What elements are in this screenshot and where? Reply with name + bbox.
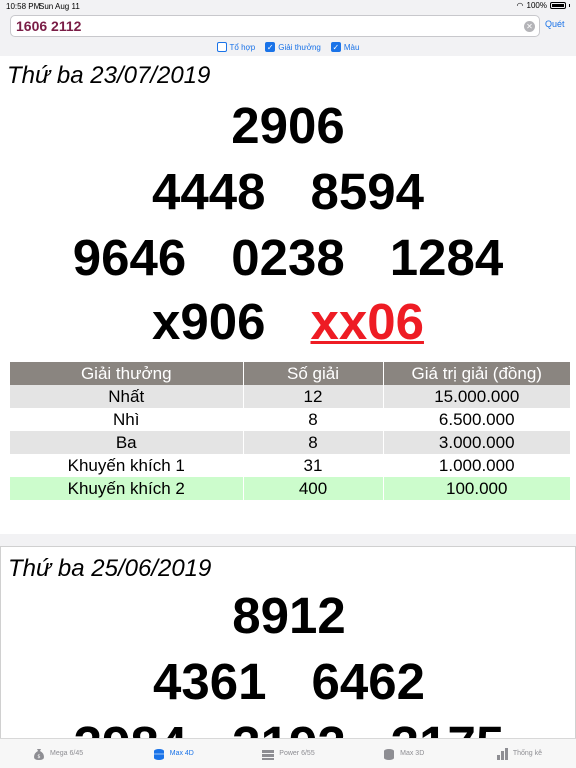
prize-table: Giải thưởng Số giải Giá trị giải (đồng) … <box>10 362 570 500</box>
table-cell: 12 <box>243 385 384 408</box>
search-query: 1606 2112 <box>16 18 82 34</box>
draw-number: 8594 <box>310 163 424 220</box>
tab-max-4d[interactable]: Max 4D <box>115 739 230 768</box>
draw-number: 3192 <box>232 715 345 738</box>
number-row: x906 xx06 <box>0 292 576 352</box>
number-row: 2906 <box>0 96 576 156</box>
search-input[interactable]: 1606 2112 ✕ <box>10 15 540 37</box>
draw-number: 8912 <box>232 587 346 644</box>
bar-chart-icon <box>496 747 508 760</box>
table-row: Nhì 8 6.500.000 <box>10 408 570 431</box>
draw-date: Thứ ba 23/07/2019 <box>7 62 211 89</box>
table-cell: 1.000.000 <box>383 454 570 477</box>
table-row: Nhất 12 15.000.000 <box>10 385 570 408</box>
status-time: 10:58 PM <box>6 2 41 11</box>
column-header: Giá trị giải (đồng) <box>383 362 570 385</box>
tab-power-655[interactable]: Power 6/55 <box>230 739 345 768</box>
table-cell: 31 <box>243 454 384 477</box>
table-cell: 8 <box>243 408 384 431</box>
draw-number: 9646 <box>72 229 187 286</box>
coins-stack-icon <box>153 748 164 760</box>
svg-text:$: $ <box>37 754 40 760</box>
draw-number: x906 <box>152 293 266 350</box>
tab-statistics[interactable]: Thống kê <box>461 739 576 768</box>
draw-number: 4448 <box>152 163 266 220</box>
table-row-matched: Khuyến khích 2 400 100.000 <box>10 477 570 500</box>
draw-number: 0238 <box>231 229 345 286</box>
column-header: Giải thưởng <box>10 362 244 385</box>
table-cell: Nhất <box>10 385 244 408</box>
status-right: ◠ 100% <box>517 1 570 10</box>
coins-icon <box>384 748 395 760</box>
number-row: 4448 8594 <box>0 162 576 222</box>
battery-percent: 100% <box>526 1 547 10</box>
filter-prize[interactable]: ✓ Giải thưởng <box>265 40 321 54</box>
checkbox-checked-icon[interactable]: ✓ <box>265 42 276 52</box>
table-cell: 15.000.000 <box>383 385 570 408</box>
money-bag-icon: $ <box>34 748 45 760</box>
table-cell: 3.000.000 <box>383 431 570 454</box>
table-cell: 8 <box>243 431 384 454</box>
tab-label: Mega 6/45 <box>50 750 84 757</box>
table-cell: Nhì <box>10 408 244 431</box>
draw-number: 2906 <box>231 97 345 154</box>
table-row: Khuyến khích 1 31 1.000.000 <box>10 454 570 477</box>
banknotes-icon <box>262 749 275 760</box>
draw-number: 3175 <box>391 715 504 738</box>
filter-bar: Tổ hợp ✓ Giải thưởng ✓ Màu <box>0 40 576 54</box>
draw-number: 3984 <box>74 715 187 738</box>
draw-number: 6462 <box>311 653 425 710</box>
filter-color[interactable]: ✓ Màu <box>330 40 360 54</box>
table-cell: Ba <box>10 431 244 454</box>
checkbox-icon[interactable] <box>216 42 227 52</box>
draw-number: 4361 <box>153 653 267 710</box>
table-cell: 100.000 <box>383 477 570 500</box>
screen: { "status": { "time": "10:58 PM", "date"… <box>0 0 576 768</box>
clear-icon[interactable]: ✕ <box>524 21 535 32</box>
number-row: 3984 3192 3175 <box>1 715 576 738</box>
table-cell: 6.500.000 <box>383 408 570 431</box>
draw-date: Thứ ba 25/06/2019 <box>8 555 212 582</box>
filter-label: Màu <box>343 42 360 52</box>
draw-number: 1284 <box>389 229 504 286</box>
number-row: 9646 0238 1284 <box>0 228 576 288</box>
wifi-icon: ◠ <box>516 1 524 10</box>
status-bar: 10:58 PM Sun Aug 11 ◠ 100% <box>0 0 576 13</box>
checkbox-checked-icon[interactable]: ✓ <box>330 42 341 52</box>
draw-card: Thứ ba 25/06/2019 8912 4361 6462 3984 31… <box>0 546 576 738</box>
battery-icon <box>550 2 566 9</box>
table-cell: Khuyến khích 1 <box>10 454 244 477</box>
draw-card: Thứ ba 23/07/2019 2906 4448 8594 9646 02… <box>0 56 576 534</box>
filter-label: Tổ hợp <box>229 42 256 52</box>
results-list[interactable]: Thứ ba 23/07/2019 2906 4448 8594 9646 02… <box>0 56 576 738</box>
table-cell: 400 <box>243 477 384 500</box>
tab-label: Power 6/55 <box>279 750 315 757</box>
column-header: Số giải <box>243 362 384 385</box>
scan-button[interactable]: Quét <box>545 19 565 29</box>
status-date: Sun Aug 11 <box>39 2 80 11</box>
number-row: 8912 <box>1 586 576 646</box>
tab-label: Max 3D <box>400 750 425 757</box>
matched-number: xx06 <box>310 293 424 350</box>
tab-label: Max 4D <box>169 750 194 757</box>
filter-combination[interactable]: Tổ hợp <box>216 40 256 54</box>
tab-label: Thống kê <box>512 750 542 757</box>
table-row: Ba 8 3.000.000 <box>10 431 570 454</box>
table-cell: Khuyến khích 2 <box>10 477 244 500</box>
tab-max-3d[interactable]: Max 3D <box>346 739 461 768</box>
tab-bar: $ Mega 6/45 Max 4D Power 6/55 Max 3D Thố… <box>0 738 576 768</box>
table-header-row: Giải thưởng Số giải Giá trị giải (đồng) <box>10 362 570 385</box>
filter-label: Giải thưởng <box>278 42 321 52</box>
tab-mega-645[interactable]: $ Mega 6/45 <box>0 739 115 768</box>
number-row: 4361 6462 <box>1 652 576 712</box>
